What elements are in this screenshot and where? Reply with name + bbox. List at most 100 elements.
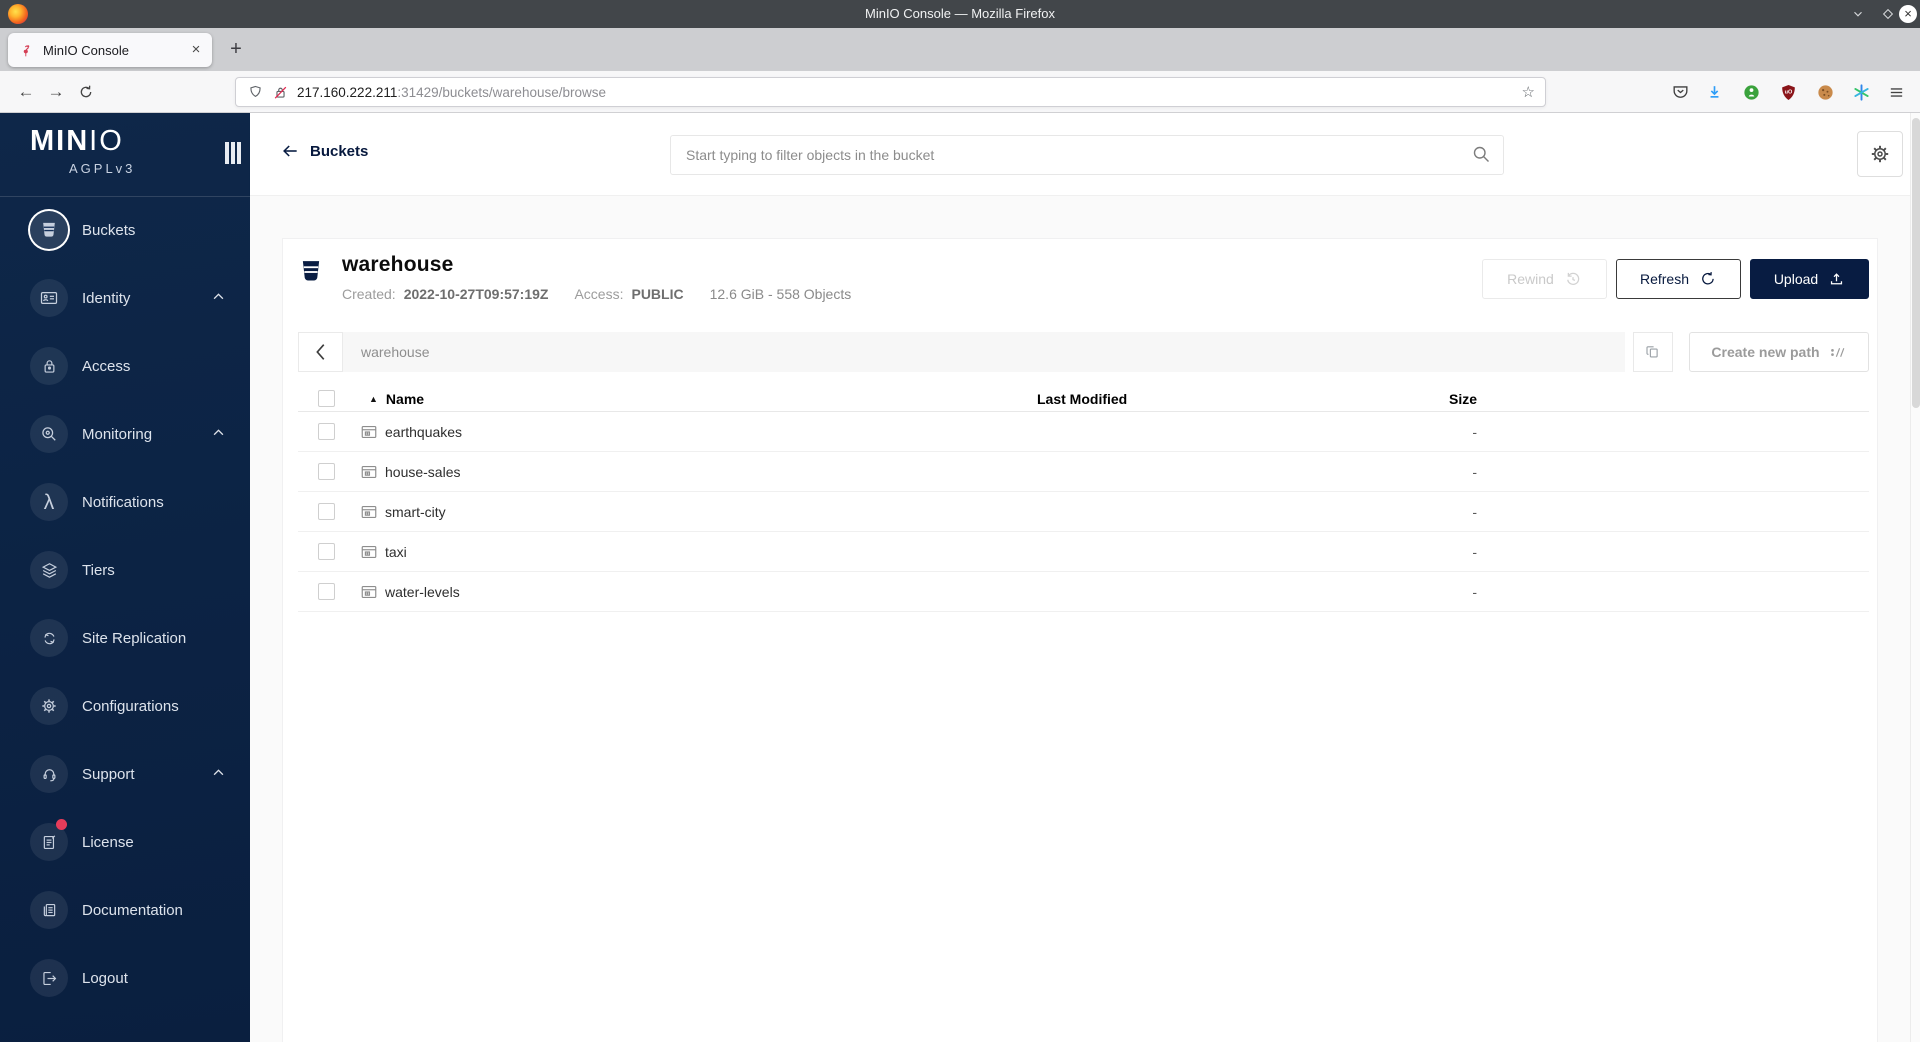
upload-button[interactable]: Upload (1750, 259, 1869, 299)
cookie-icon[interactable] (1813, 80, 1837, 104)
download-icon[interactable] (1702, 80, 1726, 104)
chevron-up-icon[interactable] (213, 429, 224, 436)
scrollbar-thumb[interactable] (1912, 118, 1920, 408)
sidebar-item-documentation[interactable]: Documentation (0, 890, 250, 930)
svg-text:uO: uO (1784, 89, 1792, 95)
bookmark-star-icon[interactable]: ☆ (1522, 83, 1535, 101)
url-host: 217.160.222.211 (297, 84, 398, 100)
back-to-buckets-link[interactable]: Buckets (280, 141, 368, 161)
bucket-browser-card: warehouse Created: 2022-10-27T09:57:19Z … (282, 238, 1878, 1042)
sidebar-item-monitoring[interactable]: Monitoring (0, 414, 250, 454)
sidebar-item-license[interactable]: License (0, 819, 250, 862)
table-row[interactable]: house-sales - (298, 452, 1869, 492)
table-row[interactable]: taxi - (298, 532, 1869, 572)
access-label: Access: (574, 286, 624, 302)
sidebar-item-notifications[interactable]: λ Notifications (0, 482, 250, 522)
object-name: earthquakes (385, 423, 463, 440)
rewind-button[interactable]: Rewind (1482, 259, 1607, 299)
sidebar-item-label: Configurations (82, 697, 179, 715)
filter-objects-input[interactable] (670, 135, 1504, 175)
page-background: warehouse Created: 2022-10-27T09:57:19Z … (250, 196, 1920, 1042)
tab-minio-console[interactable]: MinIO Console × (8, 33, 212, 67)
close-icon[interactable]: × (1899, 5, 1917, 23)
tab-title: MinIO Console (43, 42, 129, 58)
sidebar-item-label: Documentation (82, 901, 183, 919)
row-checkbox[interactable] (318, 583, 335, 600)
column-header-size[interactable]: Size (1443, 391, 1477, 407)
minimize-icon[interactable] (1849, 5, 1867, 23)
replication-icon (30, 619, 68, 657)
refresh-button[interactable]: Refresh (1616, 259, 1741, 299)
sidebar-item-label: Buckets (82, 221, 136, 239)
extension-green-icon[interactable] (1739, 80, 1763, 104)
copy-path-button[interactable] (1633, 332, 1673, 372)
object-size: - (1472, 423, 1477, 440)
access-value: PUBLIC (631, 286, 684, 302)
chevron-up-icon[interactable] (213, 769, 224, 776)
breadcrumb: Buckets (310, 142, 369, 160)
lambda-icon: λ (30, 483, 68, 521)
sidebar-item-buckets[interactable]: Buckets (0, 210, 250, 250)
create-new-path-button[interactable]: Create new path (1689, 332, 1869, 372)
browser-toolbar: ← → 217.160.222.211:31429/buckets/wareho… (0, 71, 1920, 113)
window-titlebar: MinIO Console — Mozilla Firefox × (0, 0, 1920, 28)
row-checkbox[interactable] (318, 463, 335, 480)
back-icon[interactable]: ← (10, 76, 42, 108)
object-size: - (1472, 583, 1477, 600)
maximize-icon[interactable] (1879, 5, 1897, 23)
url-text[interactable]: 217.160.222.211:31429/buckets/warehouse/… (297, 85, 606, 100)
refresh-label: Refresh (1639, 271, 1690, 287)
sidebar-item-tiers[interactable]: Tiers (0, 550, 250, 590)
select-all-checkbox[interactable] (318, 390, 335, 407)
upload-label: Upload (1773, 271, 1819, 287)
sidebar-item-label: Identity (82, 289, 131, 307)
insecure-lock-icon[interactable] (272, 84, 289, 101)
page-scrollbar[interactable] (1910, 113, 1920, 1042)
sidebar-item-identity[interactable]: Identity (0, 278, 250, 318)
lock-icon (30, 347, 68, 385)
row-checkbox[interactable] (318, 543, 335, 560)
sidebar-item-label: Monitoring (82, 425, 153, 443)
object-name: house-sales (385, 463, 461, 480)
column-header-name[interactable]: Name (386, 391, 424, 407)
table-row[interactable]: smart-city - (298, 492, 1869, 532)
reload-icon[interactable] (70, 76, 102, 108)
sidebar-item-support[interactable]: Support (0, 754, 250, 794)
rewind-icon (1566, 272, 1580, 285)
table-row[interactable]: water-levels - (298, 572, 1869, 612)
new-tab-button[interactable]: + (222, 36, 250, 64)
pocket-icon[interactable] (1668, 80, 1692, 104)
bucket-header: warehouse Created: 2022-10-27T09:57:19Z … (298, 253, 1869, 302)
sidebar-item-logout[interactable]: Logout (0, 958, 250, 998)
column-header-last-modified[interactable]: Last Modified (1037, 391, 1443, 407)
shield-permissions-icon[interactable] (247, 84, 264, 101)
new-path-icon (1830, 347, 1844, 357)
url-path: :31429/buckets/warehouse/browse (397, 84, 606, 100)
sidebar-item-label: License (82, 833, 134, 851)
sidebar-item-configurations[interactable]: Configurations (0, 686, 250, 726)
menu-icon[interactable] (1884, 80, 1908, 104)
consent-icon[interactable] (1849, 80, 1873, 104)
folder-icon (361, 425, 377, 438)
table-row[interactable]: earthquakes - (298, 412, 1869, 452)
row-checkbox[interactable] (318, 503, 335, 520)
settings-gear-button[interactable] (1857, 131, 1903, 177)
path-back-button[interactable] (298, 332, 343, 372)
sidebar-collapse-icon[interactable] (225, 142, 241, 164)
url-bar[interactable]: 217.160.222.211:31429/buckets/warehouse/… (235, 77, 1546, 107)
tab-close-icon[interactable]: × (186, 40, 206, 60)
sort-ascending-icon[interactable]: ▲ (369, 394, 378, 404)
folder-icon (361, 465, 377, 478)
row-checkbox[interactable] (318, 423, 335, 440)
create-new-path-label: Create new path (1711, 344, 1820, 360)
bucket-icon (30, 211, 68, 249)
sidebar-item-access[interactable]: Access (0, 346, 250, 386)
object-name: taxi (385, 543, 407, 560)
rewind-label: Rewind (1507, 271, 1554, 287)
sidebar-item-label: Access (82, 357, 131, 375)
sidebar-item-site-replication[interactable]: Site Replication (0, 618, 250, 658)
forward-icon[interactable]: → (40, 76, 72, 108)
object-size: - (1472, 463, 1477, 480)
chevron-up-icon[interactable] (213, 293, 224, 300)
ublock-icon[interactable]: uO (1776, 80, 1800, 104)
